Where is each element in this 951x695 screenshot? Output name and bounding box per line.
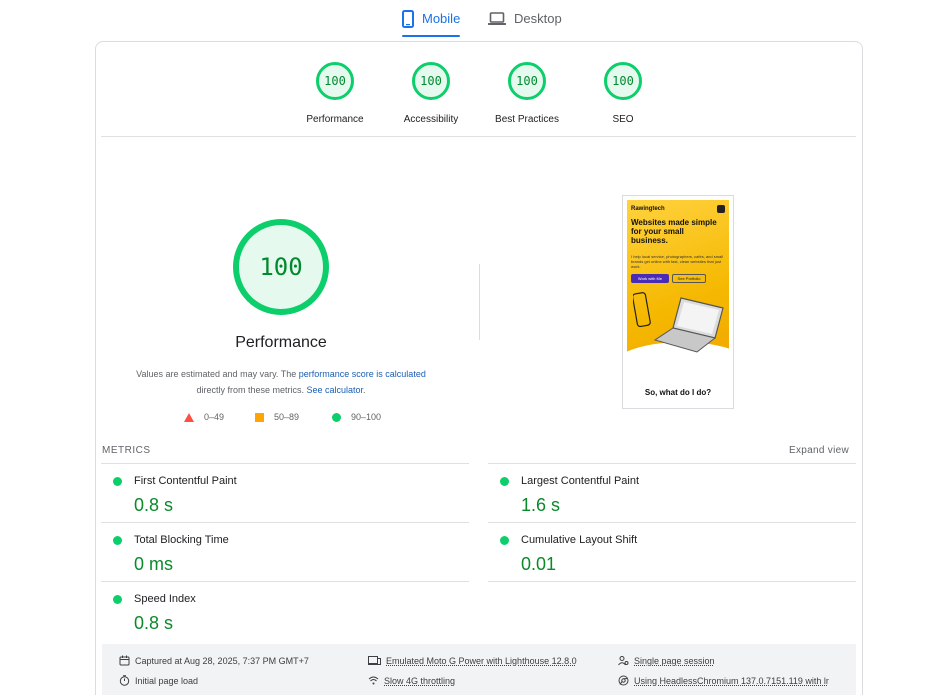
pass-icon [113,477,122,486]
pass-icon [500,536,509,545]
gauge-label: SEO [612,114,634,125]
legend-range: 90–100 [351,412,382,422]
gauge-label: Accessibility [403,114,459,125]
info-session: Single page session [618,655,715,666]
screenshot-subtext: I help local service, photographers, caf… [631,254,724,269]
run-info: Captured at Aug 28, 2025, 7:37 PM GMT+7 … [102,644,856,695]
screenshot-hero: Rawingtech Websites made simple for your… [627,200,729,372]
vertical-divider [479,264,480,340]
screenshot-footer: So, what do I do? [644,388,712,397]
metric-label: First Contentful Paint [134,475,237,487]
metric-speed-index: Speed Index 0.8 s [101,581,469,640]
metric-cumulative-layout-shift: Cumulative Layout Shift 0.01 [488,522,856,581]
metric-total-blocking-time: Total Blocking Time 0 ms [101,522,469,581]
category-gauges: 100 Performance 100 Accessibility 100 Be… [96,62,862,137]
metric-value: 0.8 s [134,495,174,515]
metrics-column-left: First Contentful Paint 0.8 s Total Block… [101,463,469,640]
phone-icon [402,9,414,28]
legend-average: 50–89 [255,412,299,422]
info-device: Emulated Moto G Power with Lighthouse 12… [368,655,577,666]
divider [101,136,856,137]
laptop-icon [488,11,506,26]
report-tabs: Mobile Desktop [0,0,951,40]
gauge-label: Best Practices [495,114,559,125]
info-throttling-text[interactable]: Slow 4G throttling [384,676,455,686]
info-throttling: Slow 4G throttling [368,675,455,686]
screenshot-brand: Rawingtech [631,206,665,212]
performance-score-link[interactable]: performance score is calculated [299,369,426,379]
performance-description: Values are estimated and may vary. The p… [116,366,446,398]
legend-range: 50–89 [274,412,300,422]
expand-view-toggle[interactable]: Expand view [789,445,849,456]
info-browser-text[interactable]: Using HeadlessChromium 137.0.7151.119 wi… [634,676,829,686]
metric-first-contentful-paint: First Contentful Paint 0.8 s [101,463,469,522]
screenshot-secondary-button: See Portfolio [672,274,706,283]
see-calculator-link[interactable]: See calculator [306,385,363,395]
score-legend: 0–49 50–89 90–100 [96,412,466,426]
metric-label: Total Blocking Time [134,534,229,546]
performance-title: Performance [235,334,327,351]
metric-largest-contentful-paint: Largest Contentful Paint 1.6 s [488,463,856,522]
circle-icon [332,412,341,422]
square-icon [255,412,264,422]
info-device-text[interactable]: Emulated Moto G Power with Lighthouse 12… [386,656,577,666]
metric-value: 1.6 s [521,495,561,515]
metric-value: 0.01 [521,554,557,574]
performance-score-gauge: 100 [233,219,329,315]
info-session-text[interactable]: Single page session [634,656,715,666]
pass-icon [113,536,122,545]
report-card: 100 Performance 100 Accessibility 100 Be… [95,41,863,695]
description-text: . [363,385,366,395]
legend-fail: 0–49 [184,412,224,422]
gauge-score: 100 [316,62,354,100]
description-text: directly from these metrics. [196,385,307,395]
metrics-heading: METRICS [102,445,151,456]
pass-icon [500,477,509,486]
legend-range: 0–49 [204,412,225,422]
chrome-icon [618,675,629,686]
metrics-column-right: Largest Contentful Paint 1.6 s Cumulativ… [488,463,856,582]
tab-desktop-label: Desktop [514,11,562,26]
laptop-illustration-icon [653,297,724,353]
metric-label: Largest Contentful Paint [521,475,640,487]
gauge-accessibility[interactable]: 100 Accessibility [383,62,479,125]
gauge-score: 100 [508,62,546,100]
final-screenshot[interactable]: Rawingtech Websites made simple for your… [622,195,734,409]
gauge-seo[interactable]: 100 SEO [575,62,671,125]
person-icon [618,655,629,666]
metric-value: 0 ms [134,554,174,574]
pass-icon [113,595,122,604]
triangle-icon [184,412,194,422]
calendar-icon [119,655,130,666]
metric-value: 0.8 s [134,613,174,633]
timer-icon [119,675,130,686]
info-browser: Using HeadlessChromium 137.0.7151.119 wi… [618,675,829,686]
menu-icon [717,205,725,213]
tab-desktop[interactable]: Desktop [488,0,562,37]
metric-label: Speed Index [134,593,196,605]
legend-pass: 90–100 [332,412,381,422]
screenshot-primary-button: Work with Me [631,274,669,283]
screenshot-headline: Websites made simple for your small busi… [631,218,717,245]
gauge-score: 100 [604,62,642,100]
tab-mobile[interactable]: Mobile [402,0,461,37]
phone-illustration-icon [633,292,651,328]
gauge-score: 100 [412,62,450,100]
tab-mobile-label: Mobile [422,11,461,26]
info-load: Initial page load [119,675,198,686]
gauge-performance[interactable]: 100 Performance [287,62,383,125]
gauge-label: Performance [306,114,364,125]
info-captured-text: Captured at Aug 28, 2025, 7:37 PM GMT+7 [135,655,309,666]
info-captured: Captured at Aug 28, 2025, 7:37 PM GMT+7 [119,655,309,666]
wifi-icon [368,675,379,686]
devices-icon [368,655,381,666]
description-text: Values are estimated and may vary. The [136,369,299,379]
metric-label: Cumulative Layout Shift [521,534,638,546]
gauge-best-practices[interactable]: 100 Best Practices [479,62,575,125]
metrics-divider [488,581,856,582]
info-load-text: Initial page load [135,675,199,686]
